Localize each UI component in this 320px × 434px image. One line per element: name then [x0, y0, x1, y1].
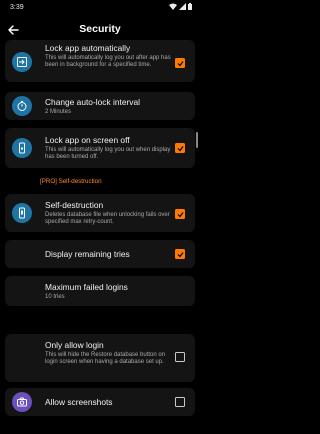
lock-on-screen-off-checkbox[interactable]: [175, 143, 185, 153]
setting-title: Lock app on screen off: [45, 135, 130, 145]
setting-description: This will hide the Restore database butt…: [45, 352, 166, 366]
timer-icon: [12, 96, 32, 116]
setting-only-allow-login[interactable]: Only allow login This will hide the Rest…: [5, 334, 195, 382]
setting-allow-screenshots[interactable]: Allow screenshots: [5, 388, 195, 416]
system-icons: [169, 3, 192, 10]
setting-value: 10 tries: [45, 294, 65, 300]
section-header: [PRO] Self-destruction: [40, 178, 102, 185]
only-allow-login-checkbox[interactable]: [175, 352, 185, 362]
status-bar: 3:39: [0, 0, 200, 14]
setting-title: Allow screenshots: [45, 397, 113, 407]
setting-value: 2 Minutes: [45, 109, 72, 115]
page-title: Security: [79, 23, 121, 35]
setting-auto-lock-interval[interactable]: Change auto-lock interval 2 Minutes: [5, 92, 195, 120]
setting-self-destruction[interactable]: Self-destruction Deletes database file w…: [5, 194, 195, 232]
lock-app-automatically-checkbox[interactable]: [175, 58, 185, 68]
scrollbar[interactable]: [196, 132, 198, 148]
setting-display-remaining-tries[interactable]: Display remaining tries: [5, 240, 195, 268]
setting-description: This will automatically log you out when…: [45, 147, 171, 161]
setting-lock-app-automatically[interactable]: Lock app automatically This will automat…: [5, 40, 195, 82]
status-time: 3:39: [10, 4, 24, 11]
setting-title: Maximum failed logins: [45, 282, 128, 292]
wifi-icon: [169, 3, 177, 10]
setting-description: This will automatically log you out afte…: [45, 55, 171, 69]
phone-lock-icon: [12, 138, 32, 158]
exit-icon: [12, 52, 32, 72]
setting-title: Display remaining tries: [45, 249, 130, 259]
setting-title: Self-destruction: [45, 200, 104, 210]
setting-description: Deletes database file when unlocking fai…: [45, 212, 170, 226]
setting-title: Lock app automatically: [45, 43, 131, 53]
phone-erase-icon: [12, 203, 32, 223]
display-remaining-tries-checkbox[interactable]: [175, 249, 185, 259]
setting-lock-on-screen-off[interactable]: Lock app on screen off This will automat…: [5, 128, 195, 168]
battery-icon: [188, 3, 192, 10]
setting-max-failed-logins[interactable]: Maximum failed logins 10 tries: [5, 276, 195, 306]
camera-icon: [12, 392, 32, 412]
self-destruction-checkbox[interactable]: [175, 209, 185, 219]
setting-title: Change auto-lock interval: [45, 97, 140, 107]
signal-icon: [179, 3, 186, 10]
setting-title: Only allow login: [45, 340, 104, 350]
allow-screenshots-checkbox[interactable]: [175, 397, 185, 407]
